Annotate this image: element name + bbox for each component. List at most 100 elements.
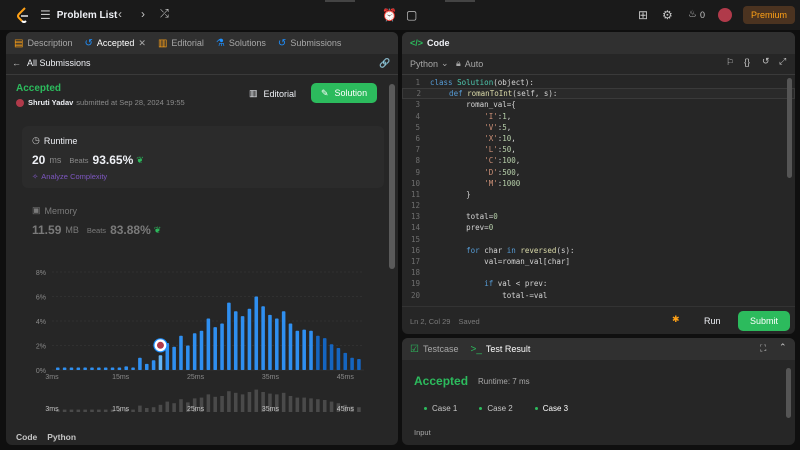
runtime-card[interactable]: ◷ Runtime 20 ms Beats 93.65% ❦ ✧ Analyze… (22, 126, 384, 188)
user-avatar (16, 98, 24, 107)
note-icon[interactable]: ▢ (406, 8, 417, 22)
code-line[interactable]: 16 for char in reversed (s): (402, 245, 795, 256)
chart-bar (322, 338, 327, 370)
tab-label: Testcase (422, 344, 459, 354)
code-line[interactable]: 20 total-=val (402, 290, 795, 301)
chart-bar (131, 367, 135, 370)
auto-toggle[interactable]: 🔒︎ Auto (456, 58, 483, 69)
scrollbar[interactable] (389, 84, 395, 269)
code-line[interactable]: 15 (402, 234, 795, 245)
code-line[interactable]: 8 'C':100, (402, 155, 795, 166)
history-icon: ↺ (84, 37, 93, 49)
chart-bar (316, 335, 320, 370)
chevron-up-icon[interactable]: ⌃ (779, 342, 787, 353)
test-scrollbar[interactable] (786, 368, 791, 418)
line-number: 3 (415, 100, 420, 110)
mini-chart-bar (76, 409, 81, 412)
code-line[interactable]: 14 prev= 0 (402, 222, 795, 233)
maximize-icon[interactable]: ⛶ (760, 343, 766, 354)
mini-chart-bar (172, 403, 176, 412)
drag-handle[interactable] (325, 0, 355, 2)
tab-solutions[interactable]: ⚗ Solutions (216, 38, 266, 49)
code-line[interactable]: 10 'M':1000 (402, 178, 795, 189)
language-select[interactable]: Python ⌄ (410, 58, 449, 69)
streak-counter[interactable]: ♨ 0 (688, 9, 705, 20)
code-line[interactable]: 7 'L':50, (402, 144, 795, 155)
list-icon: ☰ (40, 8, 51, 22)
next-problem-icon[interactable]: › (141, 7, 145, 21)
saved-status: Saved (458, 317, 480, 326)
tab-testcase[interactable]: ☑ Testcase (410, 344, 459, 355)
line-number: 6 (415, 133, 420, 143)
username[interactable]: Shruti Yadav (28, 98, 73, 107)
back-to-submissions[interactable]: ← All Submissions (12, 58, 91, 68)
tab-editorial[interactable]: ▥ Editorial (158, 38, 204, 49)
link-icon[interactable]: 🔗 (379, 58, 390, 69)
tab-accepted[interactable]: ↺ Accepted ✕ (84, 38, 145, 49)
mini-chart-bar (288, 396, 293, 412)
memory-value-row[interactable]: 11.59 MB Beats 83.88% ❦ (32, 223, 161, 237)
code-line[interactable]: 5 'V':5, (402, 122, 795, 133)
code-line[interactable]: 13 total= 0 (402, 211, 795, 222)
tab-description[interactable]: ▤ Description (14, 38, 72, 49)
chart-bar (124, 366, 129, 370)
editor-scrollbar[interactable] (787, 78, 792, 178)
analyze-complexity-link[interactable]: ✧ Analyze Complexity (32, 172, 107, 181)
code-line[interactable]: 2 def romanToInt (self, s): (402, 88, 795, 100)
code-line[interactable]: 11 } (402, 189, 795, 200)
gear-icon[interactable]: ⚙ (662, 8, 673, 22)
x-tick-label: 25ms (187, 374, 205, 381)
divider (402, 74, 795, 75)
mini-chart-bar (281, 392, 286, 412)
code-line[interactable]: 6 'X':10, (402, 133, 795, 144)
code-line[interactable]: 19 if val < prev: (402, 278, 795, 289)
grid-icon[interactable]: ⊞ (638, 8, 648, 22)
debug-icon[interactable]: ✱ (672, 314, 680, 325)
chart-bar (138, 357, 142, 370)
expand-icon[interactable]: ⤢ (779, 56, 786, 67)
run-button[interactable]: Run (704, 316, 721, 326)
code-line[interactable]: 17 val=roman_val[char] (402, 256, 795, 267)
tab-submissions[interactable]: ↺ Submissions (278, 38, 341, 49)
y-tick-label: 8% (36, 270, 46, 277)
tab-label: Accepted (96, 38, 135, 48)
submit-button[interactable]: Submit (738, 311, 791, 331)
mini-x-tick-label: 45ms (337, 406, 355, 413)
tab-test-result[interactable]: >_ Test Result (471, 344, 531, 355)
reset-icon[interactable]: ↺ (762, 56, 770, 67)
bookmark-icon[interactable]: ⚐ (726, 57, 734, 68)
code-line[interactable]: 12 (402, 200, 795, 211)
chart-bar (233, 311, 238, 370)
leetcode-logo-icon[interactable] (16, 7, 30, 23)
case-tab-1[interactable]: Case 1 (424, 404, 457, 413)
code-line[interactable]: 4 'I':1, (402, 111, 795, 122)
mini-x-tick-label: 25ms (187, 406, 205, 413)
pass-dot (534, 407, 538, 410)
problem-list-button[interactable]: ☰ Problem List (40, 8, 117, 22)
memory-title: ▣ Memory (32, 205, 77, 216)
alarm-icon[interactable]: ⏰ (382, 8, 397, 22)
avatar[interactable] (718, 8, 732, 22)
premium-button[interactable]: Premium (743, 6, 796, 24)
mini-chart-bar (240, 394, 245, 412)
chart-bar (357, 358, 361, 370)
prev-problem-icon[interactable]: ‹ (118, 7, 122, 21)
code-editor[interactable]: 1 class Solution (object): 2 def romanToInt… (402, 77, 795, 301)
close-icon[interactable]: ✕ (138, 38, 146, 49)
shuffle-icon[interactable]: ⤮ (160, 8, 169, 21)
case-tab-3[interactable]: Case 3 (534, 404, 568, 413)
runtime-distribution-chart[interactable]: 8%6%4%2%0%3ms 15ms 25ms 35ms 45ms3ms 15ms 25ms… (28, 260, 368, 420)
line-number: 10 (410, 178, 420, 188)
braces-icon[interactable]: {} (744, 57, 750, 67)
code-line[interactable]: 1 class Solution (object): (402, 77, 795, 88)
result-status: Accepted (414, 374, 469, 388)
code-token: 50 (502, 145, 512, 155)
solution-button[interactable]: ✎ Solution (311, 83, 378, 103)
code-line[interactable]: 9 'D':500, (402, 167, 795, 178)
code-line[interactable]: 18 (402, 267, 795, 278)
editorial-button[interactable]: ▥ Editorial (249, 88, 296, 99)
case-tab-2[interactable]: Case 2 (479, 404, 513, 413)
chart-bar (240, 316, 245, 370)
code-line[interactable]: 3 roman_val={ (402, 99, 795, 110)
drag-handle-right[interactable] (445, 0, 475, 2)
